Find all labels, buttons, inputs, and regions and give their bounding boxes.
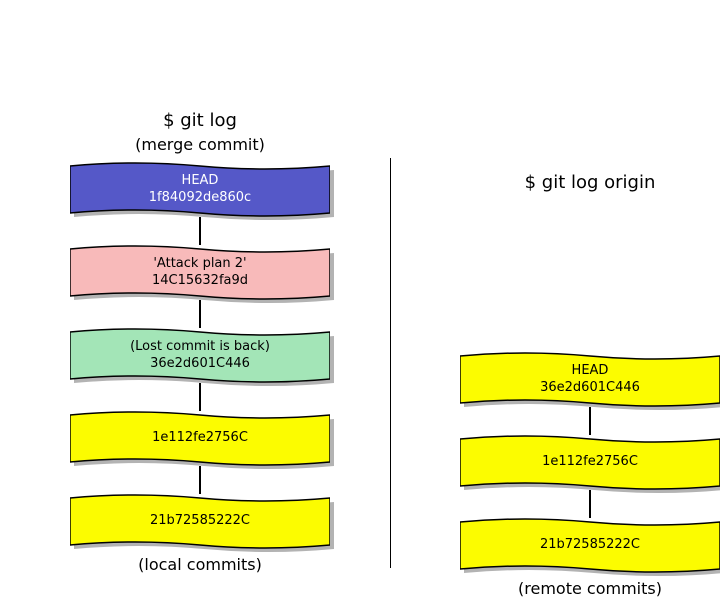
commit-hash: 36e2d601C446 [540,380,640,396]
commit-label: HEAD [572,363,609,379]
commit-hash: 21b72585222C [540,537,640,553]
left-commit-node: 'Attack plan 2'14C15632fa9d [70,245,330,300]
local-subtitle: (merge commit) [40,135,360,154]
local-stack: HEAD1f84092de860c 'Attack plan 2'14C15632… [40,162,360,549]
connector-line [589,407,591,435]
commit-hash: 1e112fe2756C [152,430,248,446]
commit-text: 1e112fe2756C [70,411,330,466]
connector-line [199,300,201,328]
remote-title: $ git log origin [430,172,720,193]
commit-hash: 1f84092de860c [149,190,251,206]
right-commit-node: 21b72585222C [460,518,720,573]
remote-footer: (remote commits) [430,579,720,598]
commit-label: HEAD [182,173,219,189]
connector-line [199,217,201,245]
right-commit-node: HEAD36e2d601C446 [460,352,720,407]
local-title: $ git log [40,110,360,131]
commit-label: (Lost commit is back) [130,339,270,355]
local-column: $ git log (merge commit) HEAD1f84092de86… [40,110,360,574]
remote-column: $ git log origin HEAD36e2d601C446 1e112fe… [430,110,720,598]
connector-line [199,466,201,494]
right-commit-node: 1e112fe2756C [460,435,720,490]
local-footer: (local commits) [40,555,360,574]
left-commit-node: (Lost commit is back)36e2d601C446 [70,328,330,383]
commit-text: 1e112fe2756C [460,435,720,490]
commit-hash: 14C15632fa9d [152,273,248,289]
commit-text: 21b72585222C [460,518,720,573]
commit-text: HEAD36e2d601C446 [460,352,720,407]
commit-hash: 21b72585222C [150,513,250,529]
remote-stack: HEAD36e2d601C446 1e112fe2756C 21b72585222C [430,352,720,573]
commit-text: 'Attack plan 2'14C15632fa9d [70,245,330,300]
commit-label: 'Attack plan 2' [153,256,246,272]
commit-text: HEAD1f84092de860c [70,162,330,217]
left-commit-node: HEAD1f84092de860c [70,162,330,217]
connector-line [199,383,201,411]
commit-text: 21b72585222C [70,494,330,549]
column-divider [390,158,391,568]
left-commit-node: 1e112fe2756C [70,411,330,466]
commit-hash: 1e112fe2756C [542,454,638,470]
commit-hash: 36e2d601C446 [150,356,250,372]
connector-line [589,490,591,518]
commit-text: (Lost commit is back)36e2d601C446 [70,328,330,383]
left-commit-node: 21b72585222C [70,494,330,549]
